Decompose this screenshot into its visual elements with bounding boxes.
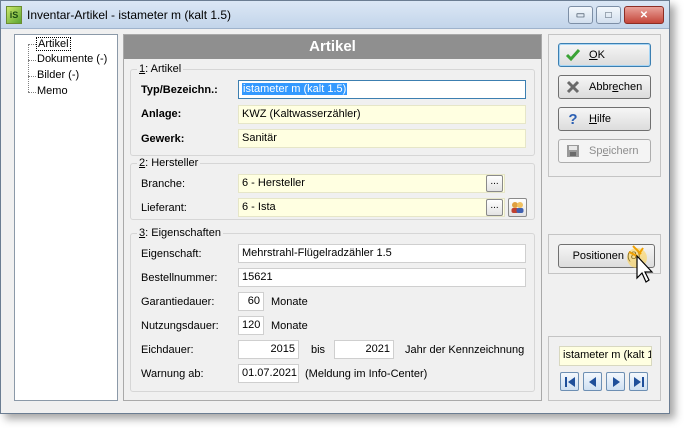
eichdauer-label: Eichdauer: bbox=[141, 344, 194, 356]
tree-item-bilder[interactable]: Bilder (-) bbox=[37, 69, 79, 81]
bestellnummer-input[interactable]: 15621 bbox=[238, 268, 526, 287]
contacts-button[interactable] bbox=[508, 198, 527, 217]
tree-connector bbox=[28, 44, 29, 92]
garantiedauer-input[interactable]: 60 bbox=[238, 292, 264, 311]
navigation-tree[interactable]: Artikel Dokumente (-) Bilder (-) Memo bbox=[14, 34, 118, 401]
tree-connector bbox=[28, 60, 36, 61]
bestellnummer-label: Bestellnummer: bbox=[141, 272, 218, 284]
eichdauer-suffix: Jahr der Kennzeichnung bbox=[405, 344, 525, 356]
close-button[interactable]: ✕ bbox=[624, 6, 664, 24]
current-record-field: istameter m (kalt 1. bbox=[559, 346, 652, 366]
window-title: Inventar-Artikel - istameter m (kalt 1.5… bbox=[27, 8, 232, 22]
warnung-label: Warnung ab: bbox=[141, 368, 204, 380]
record-navigator: istameter m (kalt 1. bbox=[548, 336, 661, 401]
artikel-group: 1: Artikel Typ/Bezeichn.: istameter m (k… bbox=[130, 63, 535, 156]
eichdauer-from-input[interactable]: 2015 bbox=[238, 340, 299, 359]
artikel-panel: Artikel 1: Artikel Typ/Bezeichn.: istame… bbox=[123, 34, 542, 401]
lieferant-lookup-button[interactable]: ... bbox=[486, 199, 503, 216]
group-legend: 3: Eigenschaften bbox=[137, 227, 223, 239]
hilfe-button[interactable]: ? Hilfe bbox=[558, 107, 651, 131]
nutzungsdauer-label: Nutzungsdauer: bbox=[141, 320, 219, 332]
tree-connector bbox=[28, 76, 36, 77]
branche-field[interactable]: 6 - Hersteller bbox=[238, 174, 505, 193]
tree-item-artikel[interactable]: Artikel bbox=[36, 37, 71, 51]
previous-record-button[interactable] bbox=[583, 372, 602, 391]
lieferant-label: Lieferant: bbox=[141, 202, 187, 214]
close-icon: ✕ bbox=[639, 9, 649, 21]
tree-connector bbox=[28, 44, 36, 45]
maximize-icon: □ bbox=[605, 9, 612, 21]
warnung-note: (Meldung im Info-Center) bbox=[305, 368, 428, 380]
branche-lookup-button[interactable]: ... bbox=[486, 175, 503, 192]
gewerk-label: Gewerk: bbox=[141, 133, 185, 145]
typ-label: Typ/Bezeichn.: bbox=[141, 84, 218, 96]
maximize-button[interactable]: □ bbox=[596, 6, 621, 24]
garantiedauer-unit: Monate bbox=[271, 296, 308, 308]
mouse-cursor-icon bbox=[627, 245, 654, 283]
cancel-x-icon bbox=[565, 79, 581, 95]
next-record-icon bbox=[612, 376, 620, 387]
garantiedauer-label: Garantiedauer: bbox=[141, 296, 215, 308]
action-panel: OK Abbrechen ? Hilfe Speichern bbox=[548, 34, 661, 177]
hersteller-group: 2: Hersteller Branche: 6 - Hersteller ..… bbox=[130, 157, 535, 220]
eichdauer-bis-label: bis bbox=[311, 344, 326, 356]
eichdauer-to-input[interactable]: 2021 bbox=[334, 340, 394, 359]
group-legend: 1: Artikel bbox=[137, 63, 184, 75]
previous-record-icon bbox=[588, 376, 596, 387]
inventar-artikel-window: iS Inventar-Artikel - istameter m (kalt … bbox=[0, 0, 670, 414]
eigenschaft-label: Eigenschaft: bbox=[141, 248, 202, 260]
first-record-button[interactable] bbox=[560, 372, 579, 391]
ok-button[interactable]: OK bbox=[558, 43, 651, 67]
help-question-icon: ? bbox=[568, 110, 578, 128]
group-legend: 2: Hersteller bbox=[137, 157, 201, 169]
contacts-icon bbox=[511, 202, 524, 213]
tree-item-dokumente[interactable]: Dokumente (-) bbox=[37, 53, 107, 65]
first-record-icon bbox=[564, 376, 575, 387]
anlage-field[interactable]: KWZ (Kaltwasserzähler) bbox=[238, 105, 526, 124]
anlage-label: Anlage: bbox=[141, 108, 182, 120]
warnung-date-input[interactable]: 01.07.2021 bbox=[238, 364, 299, 383]
lieferant-field[interactable]: 6 - Ista bbox=[238, 198, 505, 217]
eigenschaften-group: 3: Eigenschaften Eigenschaft: Mehrstrahl… bbox=[130, 227, 535, 392]
eigenschaft-input[interactable]: Mehrstrahl-Flügelradzähler 1.5 bbox=[238, 244, 526, 263]
tree-item-memo[interactable]: Memo bbox=[37, 85, 68, 97]
last-record-icon bbox=[633, 376, 644, 387]
minimize-button[interactable]: ▭ bbox=[568, 6, 593, 24]
save-disk-icon bbox=[565, 143, 581, 159]
typ-bezeichnung-input[interactable]: istameter m (kalt 1.5) bbox=[238, 80, 526, 99]
next-record-button[interactable] bbox=[606, 372, 625, 391]
tree-connector bbox=[28, 92, 36, 93]
last-record-button[interactable] bbox=[629, 372, 648, 391]
abbrechen-button[interactable]: Abbrechen bbox=[558, 75, 651, 99]
panel-header: Artikel bbox=[124, 35, 541, 59]
gewerk-field[interactable]: Sanitär bbox=[238, 129, 526, 148]
branche-label: Branche: bbox=[141, 178, 186, 190]
nutzungsdauer-input[interactable]: 120 bbox=[238, 316, 264, 335]
speichern-button[interactable]: Speichern bbox=[558, 139, 651, 163]
checkmark-icon bbox=[565, 47, 581, 63]
title-bar[interactable]: iS Inventar-Artikel - istameter m (kalt … bbox=[1, 1, 669, 29]
minimize-icon: ▭ bbox=[575, 9, 586, 21]
nutzungsdauer-unit: Monate bbox=[271, 320, 308, 332]
inventory-app-icon[interactable]: iS bbox=[6, 6, 22, 24]
